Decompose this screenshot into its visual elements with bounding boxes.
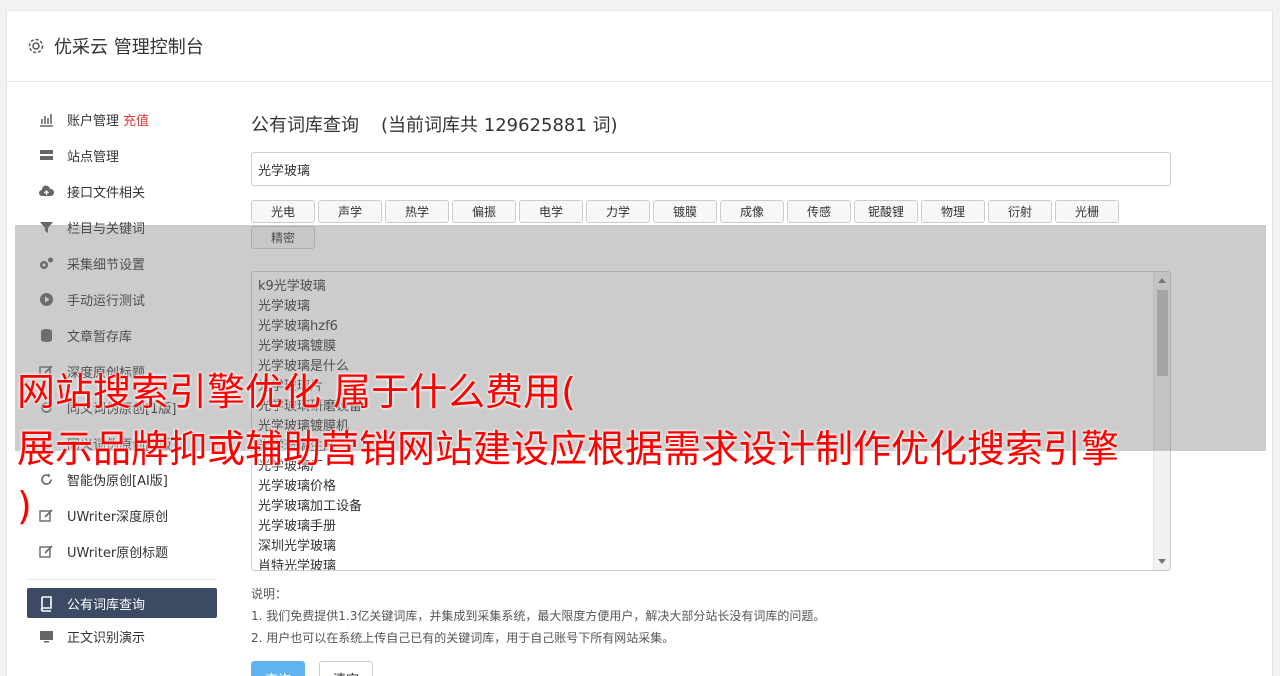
sidebar-item-account[interactable]: 账户管理 充值: [27, 101, 217, 137]
tag-button[interactable]: 力学: [586, 200, 650, 223]
book-icon: [38, 595, 55, 612]
sidebar-item-label: 站点管理: [67, 149, 120, 165]
tag-button[interactable]: 衍射: [988, 200, 1052, 223]
page-title: 优采云 管理控制台: [54, 37, 204, 58]
overlay-line: 网站搜索引擎优化 属于什么费用(: [17, 370, 576, 414]
sidebar-item-label: 账户管理: [67, 113, 120, 129]
section-title: 公有词库查询 (当前词库共 129625881 词): [251, 106, 1181, 146]
query-button[interactable]: 查询: [251, 661, 305, 676]
tag-button[interactable]: 铌酸锂: [854, 200, 918, 223]
sidebar-item-label: UWriter原创标题: [67, 545, 169, 561]
tag-button[interactable]: 光电: [251, 200, 315, 223]
action-buttons: 查询 清空: [251, 661, 1181, 676]
gear-icon: [27, 37, 45, 55]
sidebar-item-text-recognition[interactable]: 正文识别演示: [27, 618, 217, 654]
cloud-upload-icon: [38, 183, 55, 200]
sidebar-item-label: 公有词库查询: [67, 597, 146, 613]
list-item[interactable]: 肖特光学玻璃: [258, 557, 1164, 570]
server-icon: [38, 147, 55, 164]
tag-button[interactable]: 电学: [519, 200, 583, 223]
sidebar-item-uwriter-title[interactable]: UWriter原创标题: [27, 533, 217, 569]
sidebar-item-label: 接口文件相关: [67, 185, 146, 201]
clear-button[interactable]: 清空: [319, 661, 373, 676]
dictionary-count: (当前词库共 129625881 词): [381, 115, 618, 136]
overlay-line: 展示品牌抑或辅助营销网站建设应根据需求设计制作优化搜索引擎: [17, 427, 1120, 471]
sidebar-item-sites[interactable]: 站点管理: [27, 137, 217, 173]
tag-button[interactable]: 成像: [720, 200, 784, 223]
tag-button[interactable]: 镀膜: [653, 200, 717, 223]
scroll-down-arrow-icon[interactable]: [1158, 559, 1166, 564]
sidebar-item-label: 正文识别演示: [67, 630, 146, 646]
recharge-link[interactable]: 充值: [123, 110, 149, 129]
tag-button[interactable]: 声学: [318, 200, 382, 223]
sidebar-item-public-dictionary[interactable]: 公有词库查询: [27, 588, 217, 618]
notes-heading: 说明：: [251, 587, 288, 601]
overlay-caption: 网站搜索引擎优化 属于什么费用( 展示品牌抑或辅助营销网站建设应根据需求设计制作…: [17, 364, 1273, 535]
edit-icon: [38, 543, 55, 560]
tag-button[interactable]: 物理: [921, 200, 985, 223]
list-item[interactable]: 深圳光学玻璃: [258, 537, 1164, 557]
sidebar-divider: [27, 579, 217, 580]
monitor-icon: [38, 628, 55, 645]
tag-button[interactable]: 热学: [385, 200, 449, 223]
keyword-search-input[interactable]: [251, 152, 1171, 186]
tag-button[interactable]: 偏振: [452, 200, 516, 223]
bar-chart-icon: [38, 111, 55, 128]
section-title-text: 公有词库查询: [251, 115, 359, 136]
notes-line: 2. 用户也可以在系统上传自己已有的关键词库，用于自己账号下所有网站采集。: [251, 631, 675, 645]
notes: 说明： 1. 我们免费提供1.3亿关键词库，并集成到采集系统，最大限度方便用户，…: [251, 583, 1181, 649]
tag-button[interactable]: 传感: [787, 200, 851, 223]
tag-button[interactable]: 光栅: [1055, 200, 1119, 223]
header: 优采云 管理控制台: [7, 11, 1272, 82]
sidebar-item-interface-files[interactable]: 接口文件相关: [27, 173, 217, 209]
overlay-line: ): [17, 484, 32, 528]
notes-line: 1. 我们免费提供1.3亿关键词库，并集成到采集系统，最大限度方便用户，解决大部…: [251, 609, 826, 623]
